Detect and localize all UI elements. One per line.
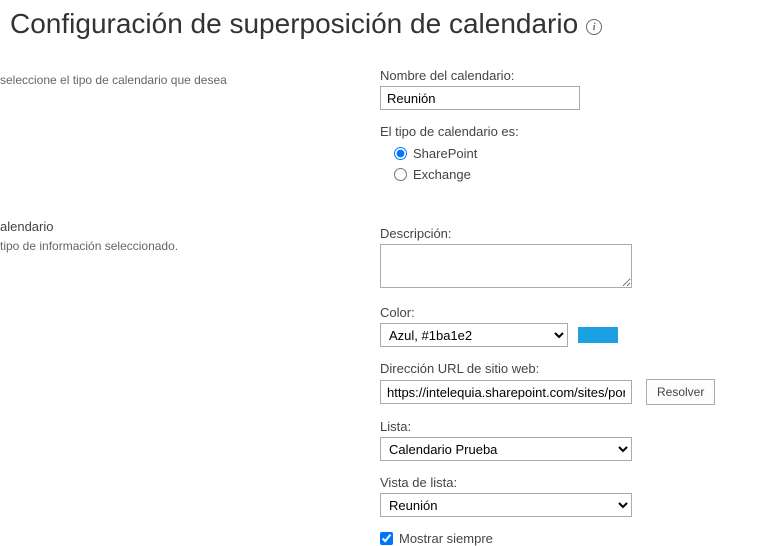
list-label: Lista: [380, 419, 765, 434]
page-title: Configuración de superposición de calend… [0, 0, 765, 64]
color-select[interactable]: Azul, #1ba1e2 [380, 323, 568, 347]
radio-exchange[interactable] [394, 168, 407, 181]
view-label: Vista de lista: [380, 475, 765, 490]
always-show-checkbox[interactable] [380, 532, 393, 545]
radio-sharepoint-label: SharePoint [413, 146, 477, 161]
help-text-calendar-type: seleccione el tipo de calendario que des… [0, 72, 350, 89]
radio-sharepoint[interactable] [394, 147, 407, 160]
section-label-calendar: alendario [0, 219, 350, 234]
description-label: Descripción: [380, 226, 765, 241]
always-show-label: Mostrar siempre [399, 531, 493, 546]
view-select[interactable]: Reunión [380, 493, 632, 517]
description-textarea[interactable] [380, 244, 632, 288]
url-input[interactable] [380, 380, 632, 404]
help-text-info-type: tipo de información seleccionado. [0, 238, 350, 255]
page-title-text: Configuración de superposición de calend… [10, 8, 578, 40]
url-label: Dirección URL de sitio web: [380, 361, 765, 376]
calendar-type-label: El tipo de calendario es: [380, 124, 765, 139]
calendar-name-label: Nombre del calendario: [380, 68, 765, 83]
resolve-button[interactable]: Resolver [646, 379, 715, 405]
radio-exchange-label: Exchange [413, 167, 471, 182]
color-swatch [578, 327, 618, 343]
info-icon[interactable]: i [586, 19, 602, 35]
list-select[interactable]: Calendario Prueba [380, 437, 632, 461]
calendar-name-input[interactable] [380, 86, 580, 110]
color-label: Color: [380, 305, 765, 320]
